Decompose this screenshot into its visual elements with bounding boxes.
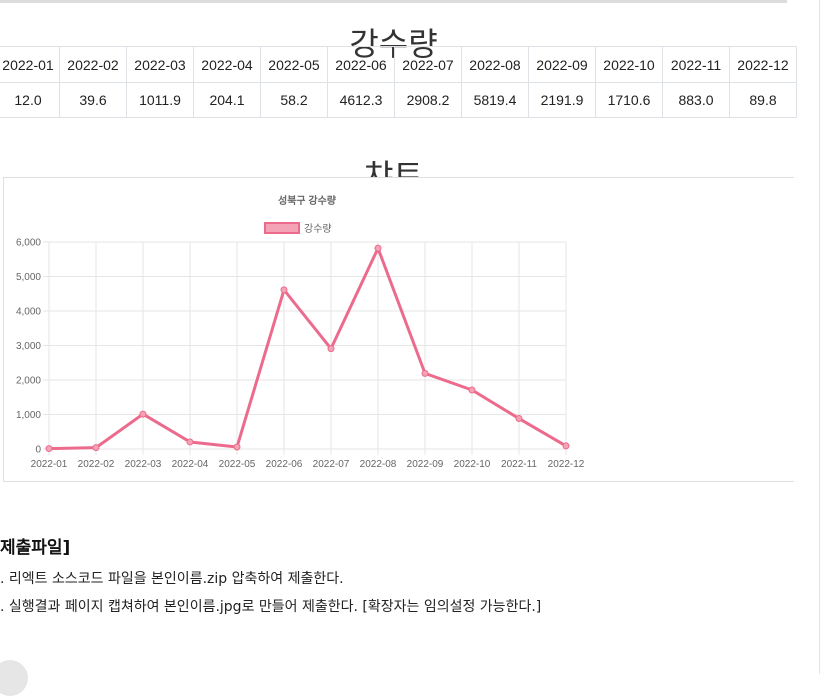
table-cell: 5819.4 <box>461 82 529 118</box>
table-header-cell: 2022-03 <box>126 46 194 83</box>
data-point <box>233 443 241 451</box>
table-header-row: 2022-01 2022-02 2022-03 2022-04 2022-05 2022-… <box>0 46 797 83</box>
table-header-cell: 2022-06 <box>327 46 395 83</box>
x-tick-label: 2022-02 <box>78 459 115 470</box>
series-line <box>48 246 567 451</box>
x-tick-label: 2022-04 <box>172 459 209 470</box>
table-header-cell: 2022-01 <box>0 46 60 83</box>
rainfall-table: 2022-01 2022-02 2022-03 2022-04 2022-05 2022-… <box>0 46 797 118</box>
legend-swatch <box>264 222 300 234</box>
y-tick-label: 4,000 <box>16 307 41 318</box>
table-header-cell: 2022-11 <box>662 46 730 83</box>
y-tick-label: 2,000 <box>16 376 41 387</box>
floating-button[interactable] <box>0 660 28 696</box>
data-point <box>515 415 523 423</box>
x-tick-label: 2022-07 <box>313 459 350 470</box>
table-header-cell: 2022-10 <box>595 46 663 83</box>
legend-label: 강수량 <box>304 223 332 235</box>
data-point <box>139 410 147 418</box>
table-header-cell: 2022-05 <box>260 46 328 83</box>
table-header-cell: 2022-07 <box>394 46 462 83</box>
x-tick-label: 2022-10 <box>454 459 491 470</box>
y-tick-label: 3,000 <box>16 341 41 352</box>
table-header-cell: 2022-12 <box>729 46 797 83</box>
table-cell: 883.0 <box>662 82 730 118</box>
table-cell: 204.1 <box>193 82 261 118</box>
y-tick-label: 6,000 <box>16 238 41 249</box>
data-point <box>327 345 335 353</box>
data-point <box>280 286 288 294</box>
submission-item: . 리엑트 소스코드 파일을 본인이름.zip 압축하여 제출한다. <box>0 571 344 587</box>
data-point <box>374 244 382 252</box>
x-tick-label: 2022-12 <box>548 459 585 470</box>
table-cell: 2908.2 <box>394 82 462 118</box>
y-tick-label: 0 <box>35 445 41 456</box>
data-point <box>45 445 53 453</box>
table-header-cell: 2022-04 <box>193 46 261 83</box>
table-cell: 12.0 <box>0 82 60 118</box>
chart-title: 성북구 강수량 <box>278 194 337 207</box>
x-tick-label: 2022-01 <box>31 459 68 470</box>
x-tick-label: 2022-06 <box>266 459 303 470</box>
table-cell: 89.8 <box>729 82 797 118</box>
x-tick-label: 2022-11 <box>501 459 537 470</box>
table-cell: 39.6 <box>59 82 127 118</box>
x-tick-label: 2022-05 <box>219 459 256 470</box>
x-tick-label: 2022-09 <box>407 459 444 470</box>
data-point <box>186 438 194 446</box>
table-row: 12.0 39.6 1011.9 204.1 58.2 4612.3 2908.2 5819.… <box>0 82 797 118</box>
x-tick-label: 2022-03 <box>125 459 162 470</box>
rainfall-line-chart: 성북구 강수량강수량 0 1,000 2,000 3,000 4,000 5,000 6,00… <box>16 194 585 470</box>
table-header-cell: 2022-02 <box>59 46 127 83</box>
chart-container: 성북구 강수량강수량 0 1,000 2,000 3,000 4,000 5,000 6,00… <box>3 177 794 482</box>
y-tick-label: 5,000 <box>16 272 41 283</box>
data-point <box>421 369 429 377</box>
table-cell: 58.2 <box>260 82 328 118</box>
y-tick-label: 1,000 <box>16 410 41 421</box>
table-cell: 1011.9 <box>126 82 194 118</box>
scrollbar-track[interactable] <box>819 0 820 674</box>
table-header-cell: 2022-08 <box>461 46 529 83</box>
x-tick-label: 2022-08 <box>360 459 397 470</box>
submission-heading: 제출파일] <box>0 538 71 558</box>
top-divider <box>0 0 787 3</box>
submission-item: . 실행결과 페이지 캡쳐하여 본인이름.jpg로 만들어 제출한다. [확장자… <box>0 599 542 615</box>
data-point <box>562 442 570 450</box>
table-header-cell: 2022-09 <box>528 46 596 83</box>
data-point <box>468 386 476 394</box>
data-point <box>92 444 100 452</box>
table-cell: 2191.9 <box>528 82 596 118</box>
table-cell: 1710.6 <box>595 82 663 118</box>
table-cell: 4612.3 <box>327 82 395 118</box>
